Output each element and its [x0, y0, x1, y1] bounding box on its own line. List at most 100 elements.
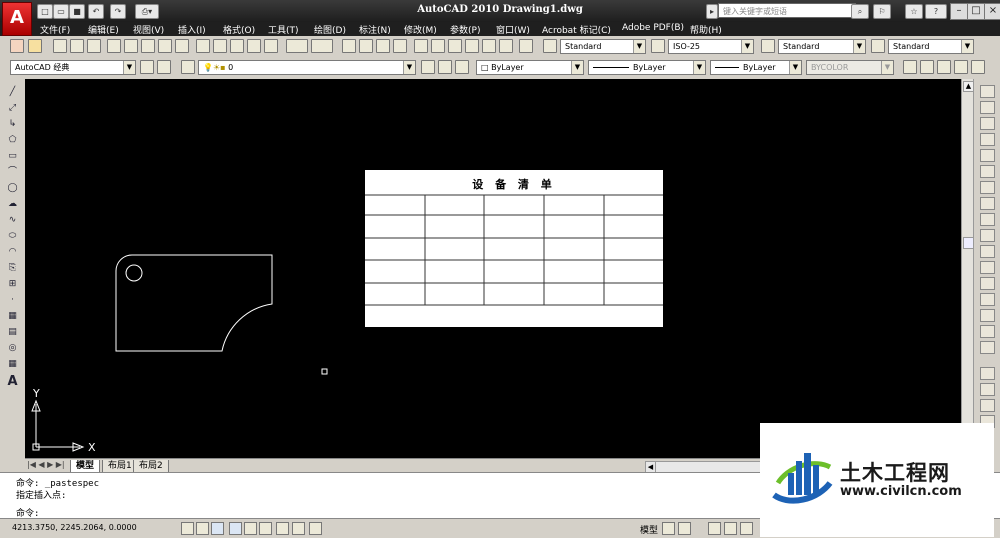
revcloud-icon[interactable]: ☁ [5, 197, 20, 210]
block-editor-icon[interactable] [264, 39, 278, 53]
quick-view-layouts-icon[interactable] [662, 522, 675, 535]
multiline-text-icon[interactable]: A [5, 375, 20, 388]
equipment-table[interactable]: 设 备 清 单 [365, 170, 663, 327]
make-block-icon[interactable]: ⊞ [5, 277, 20, 290]
3d-dwf-icon[interactable] [158, 39, 172, 53]
part-outline[interactable] [115, 254, 273, 352]
dim-style-icon[interactable] [651, 39, 665, 53]
undo-toolbar-icon[interactable] [286, 39, 308, 53]
autocad-logo-icon[interactable] [2, 2, 32, 36]
favorites-icon[interactable]: ☆ [905, 4, 923, 19]
print-icon[interactable] [107, 39, 121, 53]
explode-icon[interactable] [980, 341, 995, 354]
lineweight-select[interactable]: ByLayer ▼ [710, 60, 802, 75]
menu-window[interactable]: 窗口(W) [496, 23, 530, 36]
break-at-point-icon[interactable] [980, 261, 995, 274]
array-icon[interactable] [980, 149, 995, 162]
dynamic-ucs-icon[interactable] [292, 522, 305, 535]
polyline-icon[interactable]: ↳ [5, 117, 20, 130]
menu-view[interactable]: 视图(V) [133, 23, 164, 36]
multileader-style-icon[interactable] [871, 39, 885, 53]
communication-center-icon[interactable]: ⚐ [873, 4, 891, 19]
help-icon[interactable]: ? [925, 4, 947, 19]
offset-icon[interactable] [980, 133, 995, 146]
gradient-icon[interactable]: ▤ [5, 325, 20, 338]
point-icon[interactable]: · [5, 293, 20, 306]
fillet-icon[interactable] [980, 325, 995, 338]
region-icon[interactable]: ◎ [5, 341, 20, 354]
steering-wheel-icon[interactable] [740, 522, 753, 535]
send-to-back-icon[interactable] [980, 399, 995, 412]
text-style-icon[interactable] [543, 39, 557, 53]
quick-view-drawings-icon[interactable] [678, 522, 691, 535]
menu-adobe-pdf[interactable]: Adobe PDF(B) [622, 23, 684, 33]
workspace-settings-icon[interactable] [140, 60, 154, 74]
match-properties-icon[interactable] [247, 39, 261, 53]
menu-tools[interactable]: 工具(T) [268, 23, 299, 36]
break-icon[interactable] [980, 277, 995, 290]
ellipse-arc-icon[interactable]: ◠ [5, 245, 20, 258]
trim-icon[interactable] [980, 229, 995, 242]
maximize-button[interactable]: □ [967, 3, 985, 20]
spline-icon[interactable]: ∿ [5, 213, 20, 226]
table-icon[interactable]: ▦ [5, 357, 20, 370]
make-object-layer-current-icon[interactable] [421, 60, 435, 74]
layer-state-icon[interactable] [455, 60, 469, 74]
named-views-icon[interactable] [903, 60, 917, 74]
snap-mode-icon[interactable] [196, 522, 209, 535]
new-file-icon[interactable]: □ [37, 4, 53, 19]
3d-orbit-icon[interactable] [920, 60, 934, 74]
preview-icon[interactable] [124, 39, 138, 53]
menu-format[interactable]: 格式(O) [223, 23, 255, 36]
rectangle-icon[interactable]: ▭ [5, 149, 20, 162]
circle-icon[interactable]: ◯ [5, 181, 20, 194]
menu-modify[interactable]: 修改(M) [404, 23, 437, 36]
search-input[interactable]: 键入关键字或短语 [718, 3, 856, 18]
sheetset-icon[interactable] [28, 39, 42, 53]
polar-tracking-icon[interactable] [244, 522, 257, 535]
save-icon[interactable]: ■ [69, 4, 85, 19]
menu-edit[interactable]: 编辑(E) [88, 23, 119, 36]
minimize-button[interactable]: – [950, 3, 968, 20]
layer-properties-icon[interactable] [181, 60, 195, 74]
dynamic-input-icon[interactable] [309, 522, 322, 535]
properties-icon[interactable] [414, 39, 428, 53]
drawing-recovery-icon[interactable] [10, 39, 24, 53]
workspace-toggle-icon[interactable] [157, 60, 171, 74]
grid-display-icon[interactable] [211, 522, 224, 535]
object-snap-tracking-icon[interactable] [276, 522, 289, 535]
search-icon[interactable]: ⌕ [851, 4, 869, 19]
redo-icon[interactable]: ↷ [110, 4, 126, 19]
mirror-icon[interactable] [980, 117, 995, 130]
etransmit-icon[interactable] [175, 39, 189, 53]
tool-palettes-icon[interactable] [448, 39, 462, 53]
chamfer-icon[interactable] [980, 309, 995, 322]
menu-draw[interactable]: 绘图(D) [314, 23, 346, 36]
markup-icon[interactable] [482, 39, 496, 53]
open-file-icon[interactable]: ▭ [53, 4, 69, 19]
help-toolbar-icon[interactable] [519, 39, 533, 53]
lights-icon[interactable] [971, 60, 985, 74]
dim-style-select[interactable]: ISO-25 ▼ [668, 39, 754, 54]
menu-insert[interactable]: 插入(I) [178, 23, 206, 36]
menu-dimension[interactable]: 标注(N) [359, 23, 391, 36]
workspace-select[interactable]: AutoCAD 经典 ▼ [10, 60, 136, 75]
design-center-icon[interactable] [431, 39, 445, 53]
construction-line-icon[interactable]: ⤢ [5, 101, 20, 114]
polygon-icon[interactable]: ⬠ [5, 133, 20, 146]
publish-icon[interactable] [141, 39, 155, 53]
part-hole[interactable] [125, 264, 143, 282]
plot-icon[interactable]: ⎙▾ [135, 4, 159, 19]
ortho-mode-icon[interactable] [229, 522, 242, 535]
zoom-realtime-icon[interactable] [359, 39, 373, 53]
infer-constraints-icon[interactable] [181, 522, 194, 535]
arc-icon[interactable]: ⌒ [5, 165, 20, 178]
pan-icon[interactable] [342, 39, 356, 53]
table-style-select[interactable]: Standard ▼ [778, 39, 866, 54]
line-icon[interactable]: ╱ [5, 85, 20, 98]
visual-styles-icon[interactable] [937, 60, 951, 74]
color-select[interactable]: □ ByLayer ▼ [476, 60, 584, 75]
coordinate-readout[interactable]: 4213.3750, 2245.2064, 0.0000 [12, 523, 137, 532]
insert-block-icon[interactable]: ⎘ [5, 261, 20, 274]
zoom-previous-icon[interactable] [393, 39, 407, 53]
